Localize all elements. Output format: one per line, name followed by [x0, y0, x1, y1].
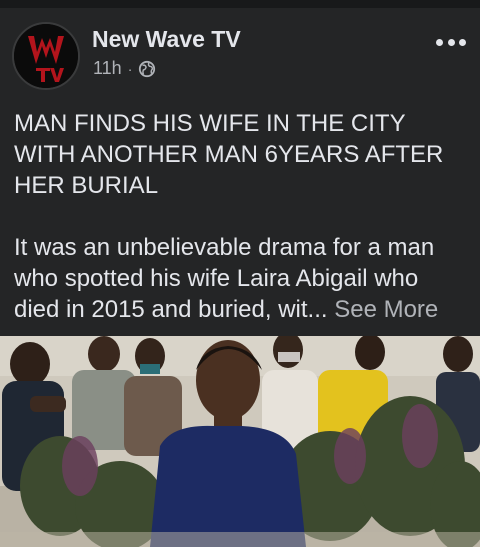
globe-icon[interactable]: [138, 60, 156, 78]
menu-dot: [447, 38, 455, 46]
post-photo[interactable]: [0, 336, 480, 547]
headline-line: MAN FINDS HIS WIFE IN THE CITY: [14, 110, 406, 137]
new-wave-tv-logo: [14, 24, 78, 88]
top-divider: [0, 0, 480, 8]
body-line: who spotted his wife Laira Abigail who: [14, 265, 419, 292]
more-options-icon[interactable]: [436, 36, 466, 48]
post-author[interactable]: New Wave TV: [92, 26, 241, 53]
headline-line: HER BURIAL: [14, 172, 159, 199]
headline-line: WITH ANOTHER MAN 6YEARS AFTER: [14, 141, 444, 168]
avatar[interactable]: [12, 22, 80, 90]
body-last-line: died in 2015 and buried, wit... See More: [14, 294, 470, 325]
see-more-link[interactable]: See More: [334, 296, 438, 323]
menu-dot: [459, 38, 466, 46]
menu-dot: [436, 38, 443, 46]
post-text: MAN FINDS HIS WIFE IN THE CITY WITH ANOT…: [14, 108, 470, 325]
body-line: It was an unbelievable drama for a man: [14, 234, 435, 261]
meta-separator: ·: [127, 60, 133, 77]
post-photo-illustration: [0, 336, 480, 547]
post-meta: 11h ·: [93, 58, 156, 79]
post-time[interactable]: 11h: [93, 58, 122, 79]
body-truncated: died in 2015 and buried, wit...: [14, 296, 328, 323]
